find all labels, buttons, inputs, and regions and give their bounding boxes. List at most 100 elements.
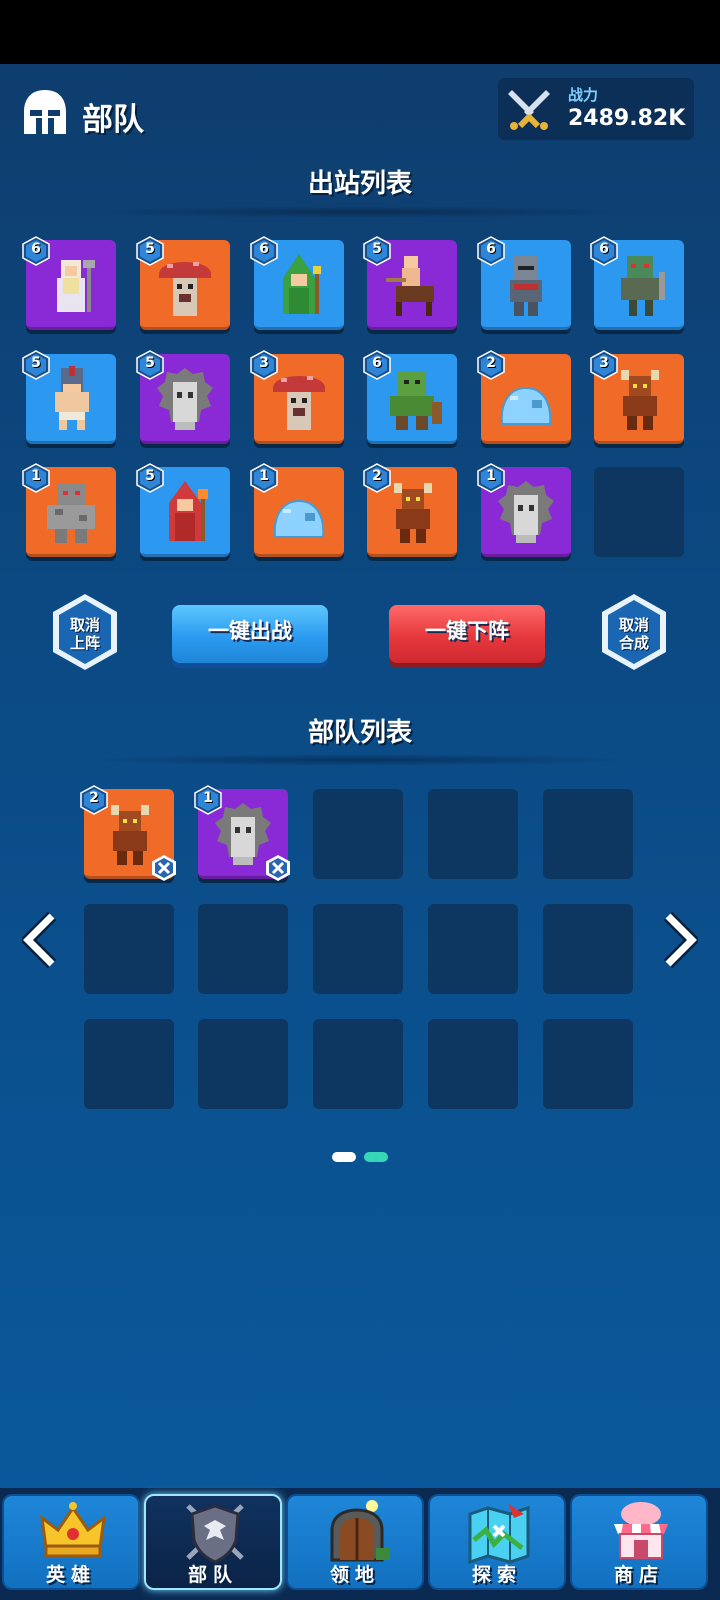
empty-slot	[84, 1019, 174, 1109]
stone-golem-icon	[47, 483, 95, 543]
level-number: 5	[145, 355, 155, 371]
power-box: 战力 2489.82K	[498, 78, 694, 140]
level-number: 5	[145, 241, 155, 257]
level-number: 1	[259, 468, 269, 484]
army-list-title: 部队列表	[307, 718, 412, 748]
unit-card[interactable]: 2	[80, 785, 176, 881]
nav-label: 英雄	[45, 1564, 96, 1586]
level-badge: 3	[250, 350, 278, 380]
empty-slot	[428, 789, 518, 879]
cancel-merge-label: 取消 合成	[618, 616, 649, 652]
unit-card[interactable]: 5	[22, 350, 116, 444]
page-dot[interactable]	[332, 1152, 356, 1162]
ghost-spirit-icon	[498, 481, 554, 543]
level-number: 2	[89, 790, 99, 806]
level-number: 1	[31, 468, 41, 484]
nav-heroes[interactable]: 英雄	[2, 1494, 140, 1590]
empty-slot	[543, 789, 633, 879]
level-number: 5	[31, 355, 41, 371]
slime-icon	[273, 499, 325, 538]
nav-label: 领地	[329, 1564, 380, 1586]
level-number: 6	[599, 241, 609, 257]
nav-territory[interactable]: 领地	[286, 1494, 424, 1590]
empty-slot	[428, 904, 518, 994]
white-mage-icon	[57, 260, 95, 312]
red-mage-icon	[169, 481, 208, 541]
chevron-left-icon[interactable]	[22, 912, 58, 968]
level-badge: 5	[22, 350, 50, 380]
level-number: 3	[259, 355, 269, 371]
ghost-spirit-icon	[157, 368, 213, 430]
minotaur-icon	[621, 370, 659, 430]
helmet-icon	[24, 90, 66, 134]
deploy-all-button[interactable]: 一键出战	[172, 605, 328, 663]
remove-icon[interactable]	[150, 854, 178, 882]
unit-card[interactable]: 3	[250, 350, 344, 444]
unit-card[interactable]: 5	[363, 236, 457, 330]
unit-card[interactable]: 2	[477, 350, 571, 444]
unit-card[interactable]: 6	[363, 350, 457, 444]
minotaur-icon	[394, 483, 432, 543]
level-badge: 6	[477, 236, 505, 266]
level-badge: 2	[363, 463, 391, 493]
unit-card[interactable]: 6	[590, 236, 684, 330]
shop-icon	[614, 1502, 668, 1559]
green-mage-icon	[283, 254, 321, 314]
level-badge: 6	[590, 236, 618, 266]
empty-slot	[313, 789, 403, 879]
cancel-deploy-button[interactable]: 取消 上阵	[49, 592, 121, 672]
unit-card[interactable]: 6	[477, 236, 571, 330]
nav-label: 探索	[471, 1564, 522, 1586]
empty-slot	[543, 904, 633, 994]
level-badge: 1	[194, 785, 222, 815]
level-badge: 5	[136, 463, 164, 493]
remove-icon[interactable]	[264, 854, 292, 882]
gladiator-icon	[55, 366, 89, 430]
unit-card[interactable]: 1	[194, 785, 290, 881]
unit-card[interactable]: 5	[136, 236, 230, 330]
cancel-merge-button[interactable]: 取消 合成	[598, 592, 670, 672]
withdraw-all-button[interactable]: 一键下阵	[389, 605, 545, 663]
nav-shop[interactable]: 商店	[570, 1494, 708, 1590]
level-number: 6	[372, 355, 382, 371]
unit-card[interactable]: 3	[590, 350, 684, 444]
deploy-list-title: 出站列表	[307, 169, 412, 199]
centaur-icon	[386, 256, 434, 316]
unit-card[interactable]: 1	[477, 463, 571, 557]
level-number: 1	[486, 468, 496, 484]
unit-card[interactable]: 6	[250, 236, 344, 330]
unit-card[interactable]: 6	[22, 236, 116, 330]
power-label: 战力	[568, 86, 599, 104]
unit-card[interactable]: 2	[363, 463, 457, 557]
nav-label: 商店	[613, 1564, 664, 1586]
nav-army[interactable]: 部队	[144, 1494, 282, 1590]
title-underline	[80, 206, 640, 218]
level-number: 2	[486, 355, 496, 371]
level-number: 6	[259, 241, 269, 257]
level-number: 1	[203, 790, 213, 806]
level-number: 5	[145, 468, 155, 484]
empty-slot	[84, 904, 174, 994]
mushroom-monster-icon	[159, 262, 211, 316]
nav-explore[interactable]: 探索	[428, 1494, 566, 1590]
level-badge: 5	[363, 236, 391, 266]
bottom-nav: 英雄 部队 领地 探索 商店	[0, 1488, 720, 1600]
unit-card[interactable]: 5	[136, 463, 230, 557]
unit-card[interactable]: 1	[22, 463, 116, 557]
header: 部队 战力 2489.82K	[0, 64, 720, 160]
title-underline	[80, 754, 640, 766]
level-badge: 5	[136, 350, 164, 380]
level-number: 6	[486, 241, 496, 257]
green-ogre-icon	[390, 372, 442, 430]
empty-slot	[428, 1019, 518, 1109]
unit-card[interactable]: 5	[136, 350, 230, 444]
crossed-swords-icon	[508, 90, 550, 130]
level-number: 3	[599, 355, 609, 371]
chevron-right-icon[interactable]	[662, 912, 698, 968]
empty-slot	[198, 1019, 288, 1109]
unit-card[interactable]: 1	[250, 463, 344, 557]
page-dot[interactable]	[364, 1152, 388, 1162]
level-badge: 6	[363, 350, 391, 380]
map-icon	[468, 1504, 530, 1564]
slime-icon	[500, 386, 552, 425]
